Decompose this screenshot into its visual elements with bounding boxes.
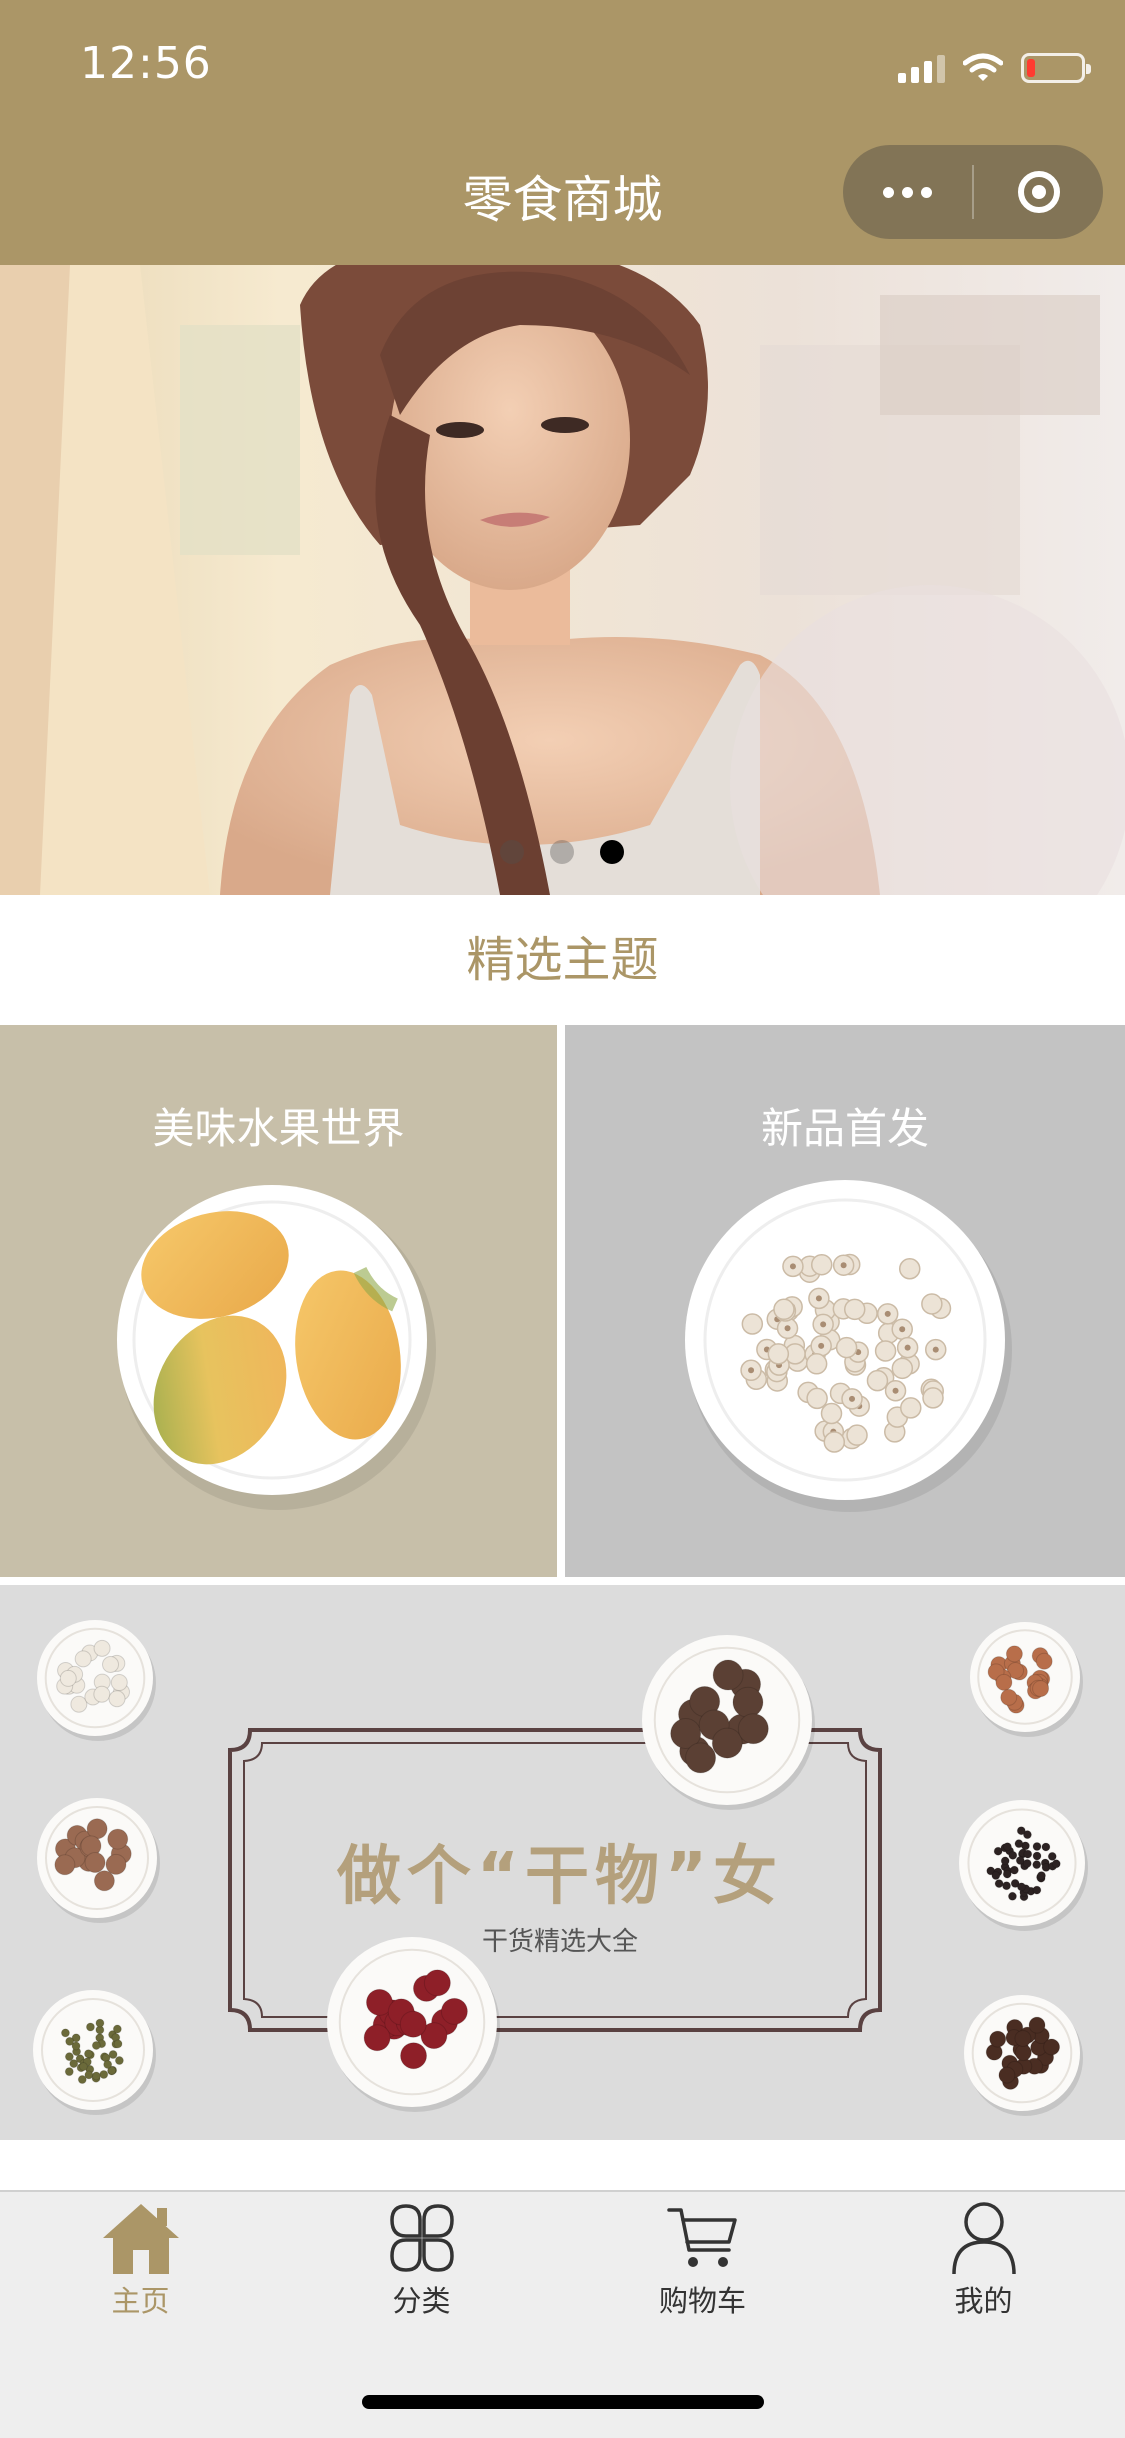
tab-label: 我的 — [954, 2284, 1013, 2318]
tab-home[interactable]: 主页 — [0, 2192, 281, 2322]
more-dots-icon — [883, 186, 894, 198]
promo-subtitle: 干货精选大全 — [481, 1927, 638, 1957]
tab-label: 分类 — [392, 2284, 451, 2318]
more-button[interactable] — [843, 145, 972, 239]
theme-card-new-arrivals[interactable]: 新品首发 — [565, 1025, 1125, 1577]
wifi-icon — [963, 53, 1003, 81]
battery-icon — [1021, 53, 1091, 83]
home-indicator — [362, 2395, 764, 2409]
mini-program-capsule — [843, 145, 1103, 239]
carousel-dot[interactable] — [550, 840, 574, 864]
featured-section-title: 精选主题 — [466, 932, 659, 988]
carousel-indicators — [500, 840, 624, 864]
cart-icon — [666, 2208, 737, 2267]
banner-image — [0, 265, 1125, 895]
home-icon — [102, 2204, 179, 2274]
status-icons — [898, 48, 1091, 88]
tab-cart[interactable]: 购物车 — [562, 2192, 843, 2322]
tab-profile[interactable]: 我的 — [843, 2192, 1124, 2322]
promo-banner-dry-goods[interactable]: 做个“干物”女 干货精选大全 — [0, 1585, 1125, 2140]
carousel-dot-active[interactable] — [600, 840, 624, 864]
tab-category[interactable]: 分类 — [281, 2192, 562, 2322]
tab-label: 购物车 — [658, 2284, 746, 2318]
top-bar: 12:56 零食商城 — [0, 0, 1125, 265]
theme-card-fruit[interactable]: 美味水果世界 — [0, 1025, 557, 1577]
status-time: 12:56 — [80, 38, 212, 89]
category-icon — [389, 2204, 454, 2272]
promo-title: 做个“干物”女 — [336, 1840, 784, 1914]
lotus-seed-plate-image — [685, 1180, 1012, 1512]
profile-icon — [951, 2202, 1016, 2275]
close-button[interactable] — [974, 145, 1103, 239]
cellular-signal-icon — [898, 53, 945, 83]
banner-carousel[interactable] — [0, 265, 1125, 895]
close-target-icon — [1017, 171, 1060, 213]
tab-label: 主页 — [111, 2284, 170, 2318]
mango-plate-image — [117, 1185, 436, 1510]
battery-level — [1027, 59, 1035, 77]
carousel-dot[interactable] — [500, 840, 524, 864]
